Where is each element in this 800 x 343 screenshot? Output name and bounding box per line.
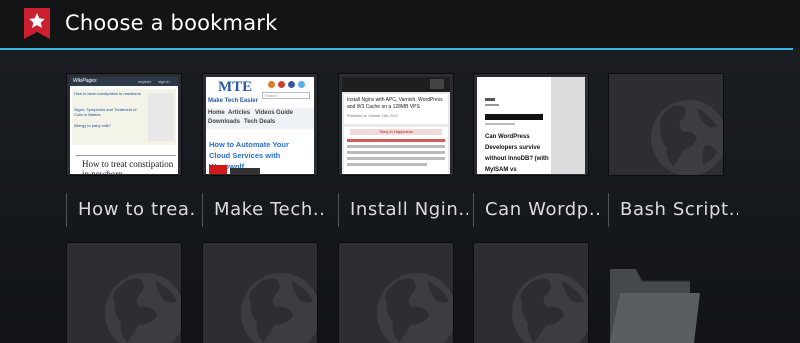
bookmark-title[interactable]: Install Ngin..	[338, 193, 468, 227]
link: How to treat constipation in newborns	[74, 91, 141, 96]
bookmark-thumbnail[interactable]	[608, 73, 724, 176]
page-title: Choose a bookmark	[65, 11, 278, 35]
nav-link: Videos	[255, 110, 275, 116]
bookmark-thumbnail[interactable]: WikiPages register sign in How to treat …	[66, 73, 182, 176]
bookmark-thumbnail[interactable]	[202, 242, 318, 343]
site-name: Make Tech Easier	[208, 98, 258, 104]
search-input: Search	[262, 92, 310, 99]
title-bar: Choose a bookmark	[0, 0, 800, 48]
bookmark-thumbnail[interactable]: Install Nginx with APC, Varnish, WordPre…	[338, 73, 454, 176]
bookmark-title[interactable]: Can Wordp..	[473, 193, 603, 227]
link: Allergy to baby milk?	[74, 123, 111, 128]
bookmark-title[interactable]: Make Tech..	[202, 193, 332, 227]
globe-icon	[105, 273, 181, 343]
nav-link: Downloads	[208, 119, 241, 125]
bookmark-thumbnail[interactable]: Can WordPress Developers survive without…	[473, 73, 589, 176]
article-heading: How to treat constipation in newborn	[82, 159, 174, 174]
bookmark-thumbnail[interactable]	[473, 242, 589, 343]
nav-link: register	[138, 79, 152, 84]
nav-link: Guide	[276, 110, 294, 116]
site-logo: MTE	[218, 79, 253, 95]
nav-link: Home	[208, 110, 225, 116]
title-divider	[0, 48, 793, 50]
bookmark-title[interactable]: How to trea..	[66, 193, 196, 227]
nav-link: Articles	[228, 110, 251, 116]
bookmark-title[interactable]: Bash Script..	[608, 193, 738, 227]
link: Signs, Symptoms and Treatment of Colic i…	[74, 107, 137, 117]
bookmark-thumbnail[interactable]	[338, 242, 454, 343]
folder-icon[interactable]	[610, 263, 700, 343]
globe-icon	[241, 273, 317, 343]
nav-link: sign in	[158, 79, 170, 84]
nav-link: Tech Deals	[244, 119, 276, 125]
article-meta: Published on October 19th, 2011	[347, 114, 398, 118]
bookmark-thumbnail[interactable]	[66, 242, 182, 343]
promo-banner: Story in Happiness	[350, 129, 442, 135]
globe-icon	[377, 273, 453, 343]
globe-icon	[651, 100, 723, 175]
article-headline: Install Nginx with APC, Varnish, WordPre…	[347, 97, 443, 110]
bookmark-icon	[24, 8, 50, 39]
globe-icon	[512, 273, 588, 343]
article-headline: Can WordPress Developers survive without…	[485, 134, 549, 173]
bookmark-thumbnail[interactable]: MTE Make Tech Easier Search Home Article…	[202, 73, 318, 176]
site-name: WikiPages	[73, 78, 97, 84]
